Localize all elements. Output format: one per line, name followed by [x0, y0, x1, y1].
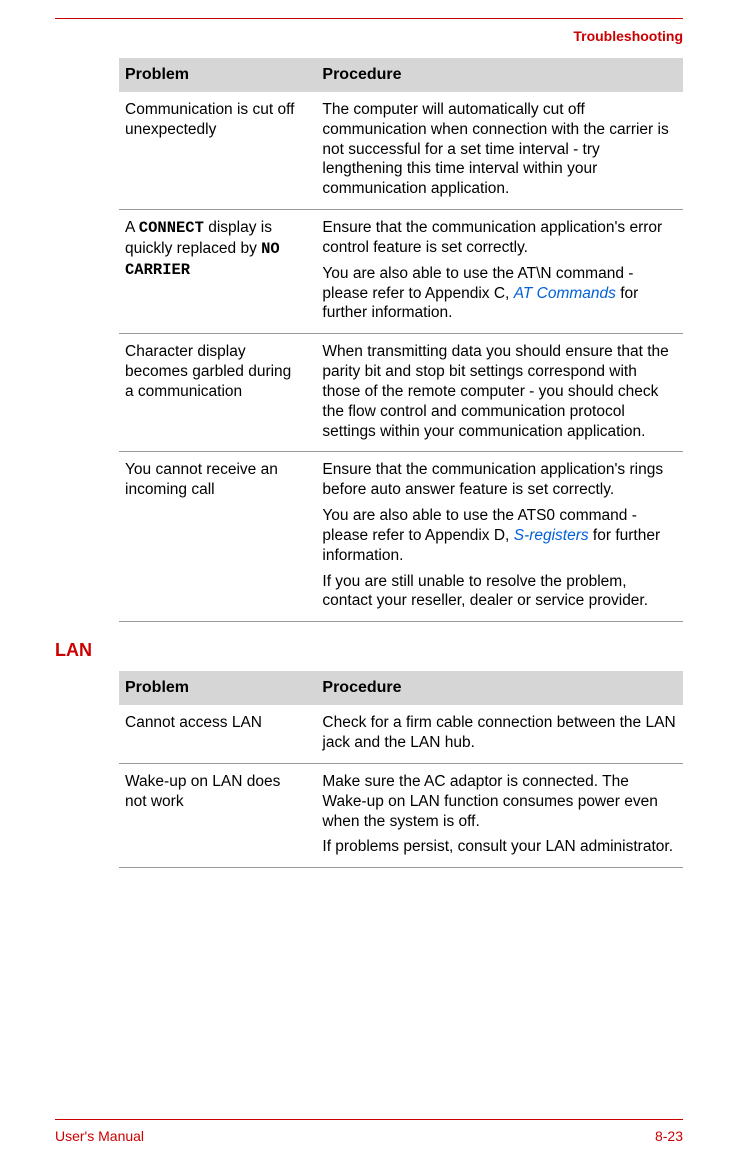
text: Make sure the AC adaptor is connected. T… — [322, 773, 657, 830]
header-section: Troubleshooting — [573, 28, 683, 44]
table-row: Wake-up on LAN does not work Make sure th… — [119, 763, 683, 867]
footer-rule — [55, 1119, 683, 1120]
table-row: You cannot receive an incoming call Ensur… — [119, 452, 683, 622]
text: If problems persist, consult your LAN ad… — [322, 838, 673, 855]
problem-cell: Communication is cut off unexpectedly — [119, 92, 316, 210]
table-row: Character display becomes garbled during… — [119, 334, 683, 452]
problem-cell: You cannot receive an incoming call — [119, 452, 316, 622]
problem-cell: A CONNECT display is quickly replaced by… — [119, 210, 316, 334]
text: Communication is cut off unexpectedly — [125, 101, 294, 138]
procedure-cell: When transmitting data you should ensure… — [316, 334, 683, 452]
troubleshooting-table-1: Problem Procedure Communication is cut o… — [119, 58, 683, 622]
table1-head-procedure: Procedure — [316, 58, 683, 92]
text: A — [125, 219, 139, 236]
text: Wake-up on LAN does not work — [125, 773, 280, 810]
mono-text: CONNECT — [139, 219, 204, 237]
procedure-cell: Ensure that the communication applicatio… — [316, 210, 683, 334]
text: Ensure that the communication applicatio… — [322, 219, 662, 256]
procedure-paragraph: Ensure that the communication applicatio… — [322, 460, 677, 500]
text: If you are still unable to resolve the p… — [322, 573, 648, 610]
procedure-paragraph: Check for a firm cable connection betwee… — [322, 713, 677, 753]
header-rule — [55, 18, 683, 19]
cross-ref-link[interactable]: AT Commands — [514, 285, 616, 302]
text: When transmitting data you should ensure… — [322, 343, 668, 439]
procedure-paragraph: You are also able to use the AT\N comman… — [322, 264, 677, 323]
procedure-paragraph: Ensure that the communication applicatio… — [322, 218, 677, 258]
page-footer: User's Manual 8-23 — [55, 1119, 683, 1144]
footer-left: User's Manual — [55, 1128, 144, 1144]
procedure-paragraph: If problems persist, consult your LAN ad… — [322, 837, 677, 857]
text: Character display becomes garbled during… — [125, 343, 291, 400]
text: You cannot receive an incoming call — [125, 461, 278, 498]
cross-ref-link[interactable]: S-registers — [514, 527, 589, 544]
table-row: Cannot access LAN Check for a firm cable … — [119, 705, 683, 763]
table2-head-procedure: Procedure — [316, 671, 683, 705]
procedure-paragraph: You are also able to use the ATS0 comman… — [322, 506, 677, 565]
procedure-paragraph: The computer will automatically cut off … — [322, 100, 677, 199]
troubleshooting-table-2: Problem Procedure Cannot access LAN Check… — [119, 671, 683, 868]
section-title-lan: LAN — [55, 640, 683, 661]
procedure-cell: The computer will automatically cut off … — [316, 92, 683, 210]
procedure-paragraph: When transmitting data you should ensure… — [322, 342, 677, 441]
text: The computer will automatically cut off … — [322, 101, 668, 197]
page-content: Problem Procedure Communication is cut o… — [119, 58, 683, 868]
text: Ensure that the communication applicatio… — [322, 461, 663, 498]
problem-cell: Wake-up on LAN does not work — [119, 763, 316, 867]
table2-head-problem: Problem — [119, 671, 316, 705]
footer-right: 8-23 — [655, 1128, 683, 1144]
procedure-paragraph: If you are still unable to resolve the p… — [322, 572, 677, 612]
procedure-paragraph: Make sure the AC adaptor is connected. T… — [322, 772, 677, 831]
table-row: A CONNECT display is quickly replaced by… — [119, 210, 683, 334]
problem-cell: Character display becomes garbled during… — [119, 334, 316, 452]
procedure-cell: Make sure the AC adaptor is connected. T… — [316, 763, 683, 867]
text: Cannot access LAN — [125, 714, 262, 731]
procedure-cell: Check for a firm cable connection betwee… — [316, 705, 683, 763]
procedure-cell: Ensure that the communication applicatio… — [316, 452, 683, 622]
problem-cell: Cannot access LAN — [119, 705, 316, 763]
table1-head-problem: Problem — [119, 58, 316, 92]
table-row: Communication is cut off unexpectedly The… — [119, 92, 683, 210]
text: Check for a firm cable connection betwee… — [322, 714, 675, 751]
